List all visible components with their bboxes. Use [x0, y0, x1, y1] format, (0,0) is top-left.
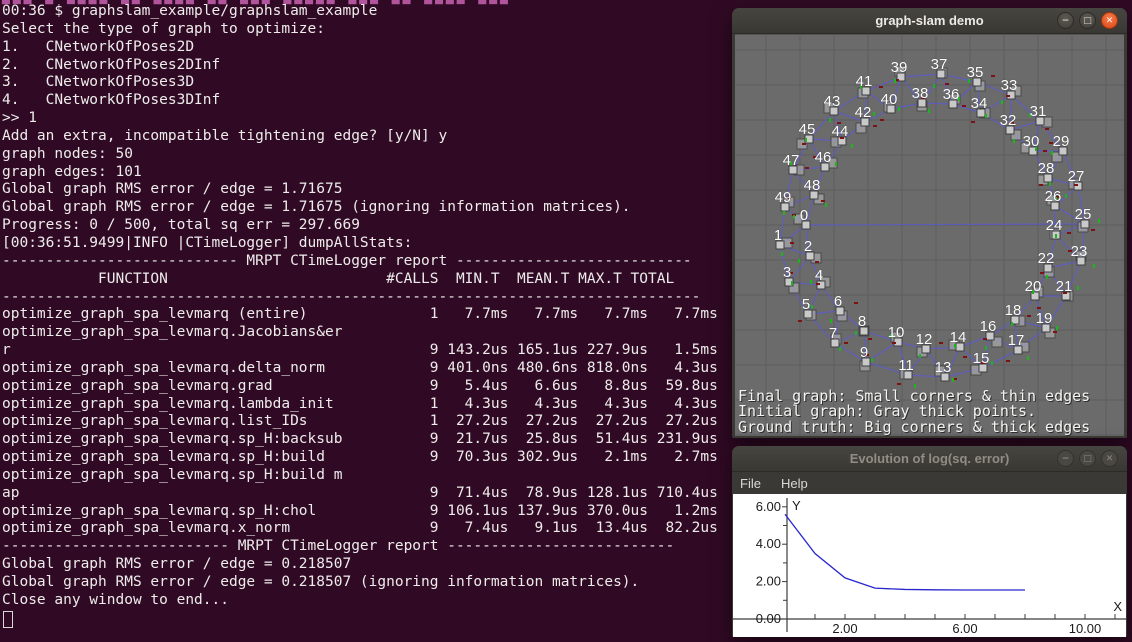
maximize-button[interactable]: □	[1079, 450, 1096, 467]
svg-text:47: 47	[783, 152, 800, 169]
svg-text:9: 9	[860, 344, 868, 361]
svg-text:14: 14	[950, 329, 967, 346]
svg-text:19: 19	[1036, 310, 1053, 327]
svg-text:5: 5	[802, 296, 810, 313]
svg-text:28: 28	[1038, 160, 1055, 177]
svg-text:41: 41	[856, 73, 873, 90]
graph-legend-overlay: Final graph: Small corners & thin edges …	[738, 389, 1090, 435]
svg-text:X: X	[1113, 599, 1122, 614]
svg-text:2.00: 2.00	[756, 574, 781, 589]
error-evolution-chart: 2.00 6.00 10.00 0.00 2.00 4.00 6.00 Y X	[733, 494, 1126, 637]
minimize-button[interactable]: −	[1057, 450, 1074, 467]
error-plot-window-controls: − □ ✕	[1057, 450, 1118, 467]
svg-text:Y: Y	[792, 498, 801, 513]
svg-text:42: 42	[855, 104, 872, 121]
svg-text:6.00: 6.00	[952, 621, 977, 636]
svg-text:31: 31	[1030, 103, 1047, 120]
svg-text:24: 24	[1046, 217, 1063, 234]
svg-text:16: 16	[980, 318, 997, 335]
legend-ground-truth: Ground truth: Big corners & thick edges	[738, 418, 1090, 436]
svg-text:18: 18	[1005, 302, 1022, 319]
svg-text:21: 21	[1056, 278, 1073, 295]
svg-text:6: 6	[834, 293, 842, 310]
svg-text:6.00: 6.00	[756, 499, 781, 514]
svg-text:30: 30	[1023, 133, 1040, 150]
error-plot-titlebar[interactable]: Evolution of log(sq. error) − □ ✕	[732, 446, 1127, 472]
svg-text:33: 33	[1001, 77, 1018, 94]
screen: { "window_controls": {"minimize": "−", "…	[0, 0, 1132, 641]
svg-text:32: 32	[1000, 112, 1017, 129]
svg-text:13: 13	[935, 359, 952, 376]
svg-text:20: 20	[1025, 278, 1042, 295]
minimize-button[interactable]: −	[1057, 12, 1074, 29]
svg-text:23: 23	[1071, 243, 1088, 260]
menu-help[interactable]: Help	[781, 476, 808, 491]
graphslam-window-title: graph-slam demo	[875, 13, 983, 28]
svg-text:0: 0	[800, 207, 808, 224]
svg-text:12: 12	[916, 331, 933, 348]
terminal-cursor	[3, 611, 13, 628]
error-plot-canvas[interactable]: 2.00 6.00 10.00 0.00 2.00 4.00 6.00 Y X	[733, 494, 1126, 637]
svg-text:39: 39	[891, 59, 908, 76]
svg-text:38: 38	[912, 85, 929, 102]
maximize-button[interactable]: □	[1079, 12, 1096, 29]
svg-text:7: 7	[829, 325, 837, 342]
svg-text:2.00: 2.00	[832, 621, 857, 636]
svg-text:43: 43	[824, 93, 841, 110]
graph-3d-viewport[interactable]: 0123456789101112131415161718192021222324…	[735, 34, 1124, 436]
svg-text:45: 45	[799, 121, 816, 138]
svg-text:15: 15	[973, 350, 990, 367]
menu-file[interactable]: File	[740, 476, 761, 491]
svg-text:3: 3	[783, 264, 791, 281]
menu-bar: File Help	[732, 472, 1127, 494]
svg-text:48: 48	[804, 177, 821, 194]
close-button[interactable]: ✕	[1101, 12, 1118, 29]
svg-text:10: 10	[888, 324, 905, 341]
svg-text:0.00: 0.00	[756, 611, 781, 626]
svg-text:29: 29	[1053, 133, 1070, 150]
close-button[interactable]: ✕	[1101, 450, 1118, 467]
svg-text:46: 46	[815, 149, 832, 166]
svg-text:4: 4	[815, 267, 823, 284]
svg-text:36: 36	[943, 86, 960, 103]
svg-text:17: 17	[1008, 332, 1025, 349]
svg-text:37: 37	[931, 56, 948, 73]
svg-text:34: 34	[971, 95, 988, 112]
graphslam-demo-window: graph-slam demo − □ ✕ 012345678910111213…	[732, 8, 1127, 438]
slam-graph: 0123456789101112131415161718192021222324…	[735, 35, 1124, 436]
svg-text:1: 1	[774, 227, 782, 244]
error-plot-window-title: Evolution of log(sq. error)	[850, 451, 1010, 466]
svg-text:35: 35	[967, 64, 984, 81]
graphslam-titlebar[interactable]: graph-slam demo − □ ✕	[732, 8, 1127, 34]
svg-text:27: 27	[1068, 168, 1085, 185]
svg-text:4.00: 4.00	[756, 536, 781, 551]
svg-text:25: 25	[1075, 206, 1092, 223]
svg-text:49: 49	[775, 189, 792, 206]
svg-text:40: 40	[881, 91, 898, 108]
error-plot-window: Evolution of log(sq. error) − □ ✕ File H…	[732, 446, 1127, 637]
graphslam-window-controls: − □ ✕	[1057, 12, 1118, 29]
svg-text:26: 26	[1045, 188, 1062, 205]
terminal-output: 00:36 $ graphslam_example/graphslam_exam…	[2, 3, 718, 610]
svg-text:22: 22	[1038, 250, 1055, 267]
svg-text:11: 11	[898, 357, 914, 374]
svg-text:8: 8	[858, 313, 866, 330]
svg-text:10.00: 10.00	[1069, 621, 1102, 636]
svg-text:44: 44	[832, 123, 849, 140]
svg-text:2: 2	[804, 238, 812, 255]
